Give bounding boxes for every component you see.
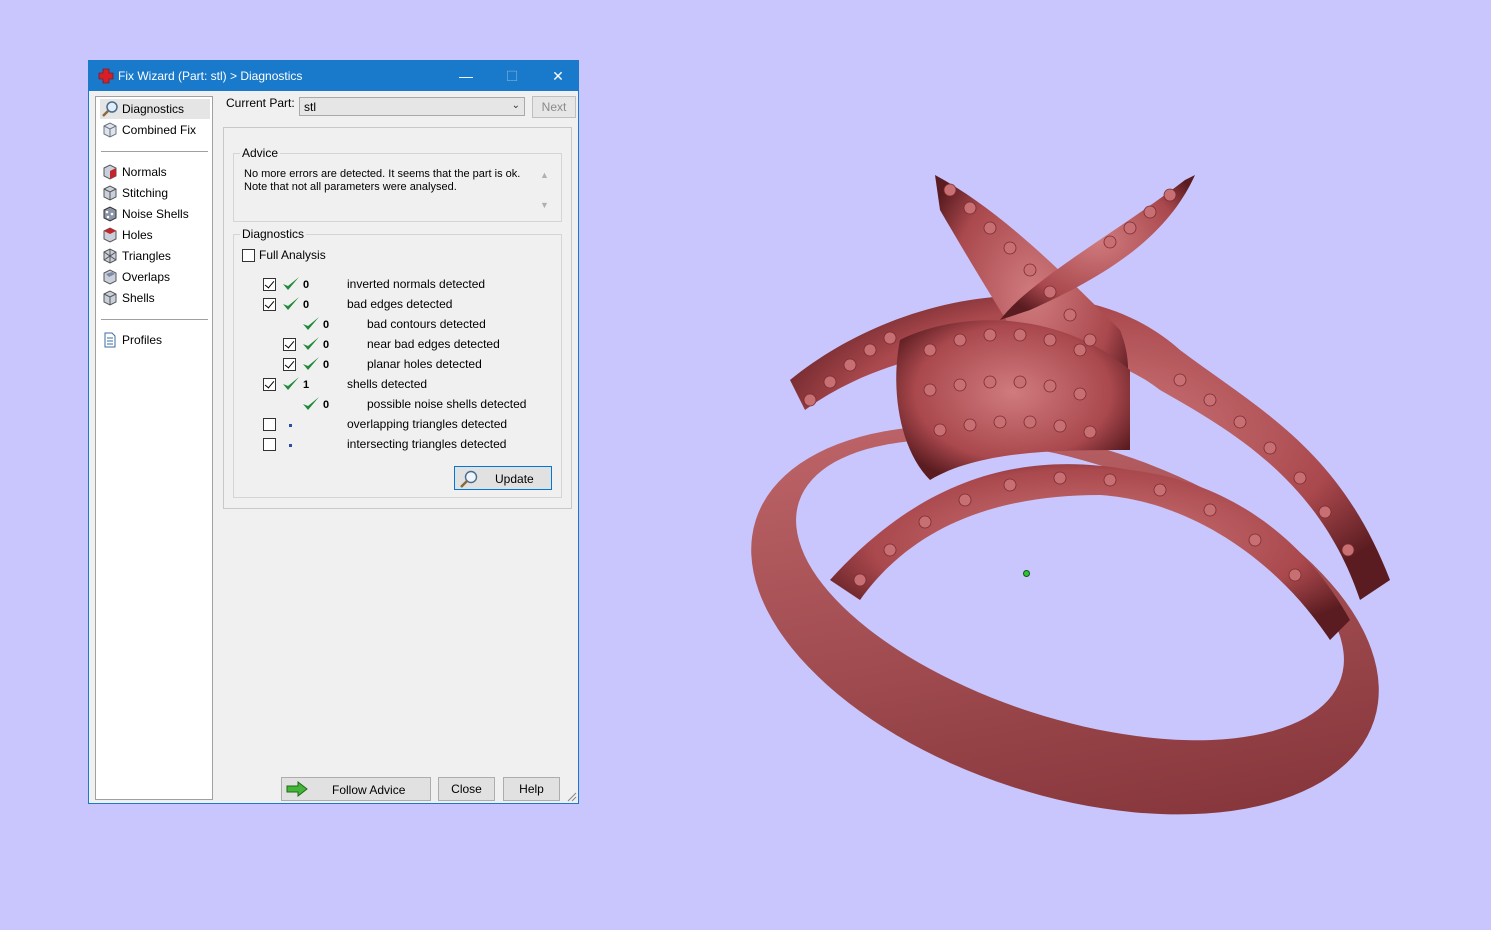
diag-count: 0 (323, 339, 330, 351)
cube-icon (103, 122, 117, 138)
sidebar-item-label: Overlaps (122, 270, 171, 284)
diag-count: 0 (323, 319, 330, 331)
row-checkbox[interactable] (283, 358, 296, 371)
resize-grip-icon[interactable] (567, 792, 577, 802)
scroll-up-icon[interactable]: ▲ (540, 170, 549, 180)
diag-count: 0 (303, 299, 310, 311)
update-label: Update (495, 472, 534, 486)
title-bar[interactable]: Fix Wizard (Part: stl) > Diagnostics — ☐… (89, 61, 578, 91)
sidebar-item-overlaps[interactable]: Overlaps (100, 267, 210, 287)
follow-advice-label: Follow Advice (332, 783, 406, 797)
diag-count: 0 (323, 359, 330, 371)
sidebar-item-combined-fix[interactable]: Combined Fix (100, 120, 210, 140)
sidebar-item-label: Profiles (122, 333, 163, 347)
diag-label: bad contours detected (367, 317, 486, 331)
help-button[interactable]: Help (503, 777, 560, 801)
green-check-icon (303, 317, 319, 330)
sidebar-divider (101, 319, 208, 320)
sidebar-item-noise-shells[interactable]: Noise Shells (100, 204, 210, 224)
advice-scrollbar[interactable]: ▲ ▼ (536, 167, 553, 213)
triangles-icon (103, 248, 117, 264)
fix-wizard-cross-icon (98, 68, 114, 84)
sidebar-item-normals[interactable]: Normals (100, 162, 210, 182)
pivot-point-marker (1023, 570, 1030, 577)
row-checkbox[interactable] (263, 298, 276, 311)
advice-title: Advice (240, 146, 281, 160)
chevron-down-icon: ⌄ (511, 100, 520, 111)
current-part-label: Current Part: (226, 96, 295, 110)
diag-count: 0 (323, 399, 330, 411)
document-icon (104, 332, 116, 348)
diag-count: 1 (303, 379, 310, 391)
diag-label: shells detected (347, 377, 428, 391)
green-arrow-right-icon (286, 781, 308, 797)
magnifier-icon (460, 470, 478, 488)
advice-line: Note that not all parameters were analys… (244, 181, 457, 193)
sidebar-item-shells[interactable]: Shells (100, 288, 210, 308)
minimize-button[interactable]: — (443, 61, 489, 91)
row-checkbox[interactable] (263, 438, 276, 451)
diagnostics-title: Diagnostics (240, 227, 307, 241)
maximize-button[interactable]: ☐ (489, 61, 535, 91)
sidebar-item-profiles[interactable]: Profiles (100, 330, 210, 350)
green-check-icon (283, 377, 299, 390)
diag-label: bad edges detected (347, 297, 453, 311)
stitching-cube-icon (103, 185, 117, 201)
current-part-dropdown[interactable]: stl ⌄ (299, 97, 525, 116)
green-check-icon (303, 397, 319, 410)
sidebar-item-triangles[interactable]: Triangles (100, 246, 210, 266)
follow-advice-button[interactable]: Follow Advice (281, 777, 431, 801)
diag-label: intersecting triangles detected (347, 437, 507, 451)
diag-label: near bad edges detected (367, 337, 500, 351)
diag-label: planar holes detected (367, 357, 482, 371)
scroll-down-icon[interactable]: ▼ (540, 200, 549, 210)
advice-text: No more errors are detected. It seems th… (244, 168, 534, 194)
magnifier-icon (102, 101, 118, 117)
wizard-sidebar: Diagnostics Combined Fix Normals Stitchi… (95, 96, 213, 800)
next-button[interactable]: Next (532, 96, 576, 118)
close-button[interactable]: Close (438, 777, 495, 801)
overlaps-cube-icon (103, 269, 117, 285)
sidebar-item-label: Holes (122, 228, 153, 242)
diag-count: 0 (303, 279, 310, 291)
row-checkbox[interactable] (263, 378, 276, 391)
sidebar-item-label: Noise Shells (122, 207, 189, 221)
pending-dot-icon (289, 444, 292, 447)
diag-label: overlapping triangles detected (347, 417, 508, 431)
sidebar-divider (101, 151, 208, 152)
sidebar-item-label: Diagnostics (122, 102, 185, 116)
advice-line: No more errors are detected. It seems th… (244, 168, 521, 180)
sidebar-item-label: Combined Fix (122, 123, 197, 137)
shells-cube-icon (103, 290, 117, 306)
sidebar-item-label: Stitching (122, 186, 169, 200)
row-checkbox[interactable] (263, 418, 276, 431)
update-button[interactable]: Update (454, 466, 552, 490)
full-analysis-label: Full Analysis (259, 248, 326, 262)
sidebar-item-label: Shells (122, 291, 155, 305)
holes-cube-icon (103, 227, 117, 243)
green-check-icon (283, 297, 299, 310)
diag-label: inverted normals detected (347, 277, 486, 291)
sidebar-item-stitching[interactable]: Stitching (100, 183, 210, 203)
noise-shells-icon (103, 206, 117, 222)
window-title: Fix Wizard (Part: stl) > Diagnostics (118, 69, 303, 83)
row-checkbox[interactable] (263, 278, 276, 291)
green-check-icon (303, 357, 319, 370)
sidebar-item-holes[interactable]: Holes (100, 225, 210, 245)
diag-label: possible noise shells detected (367, 397, 527, 411)
sidebar-item-diagnostics[interactable]: Diagnostics (100, 99, 210, 119)
current-part-value: stl (304, 100, 316, 114)
green-check-icon (283, 277, 299, 290)
row-checkbox[interactable] (283, 338, 296, 351)
green-check-icon (303, 337, 319, 350)
full-analysis-checkbox[interactable] (242, 249, 255, 262)
sidebar-item-label: Triangles (122, 249, 171, 263)
sidebar-item-label: Normals (122, 165, 167, 179)
normals-cube-icon (103, 164, 117, 180)
fix-wizard-window: Fix Wizard (Part: stl) > Diagnostics — ☐… (88, 60, 579, 804)
pending-dot-icon (289, 424, 292, 427)
ring-model (751, 175, 1390, 815)
close-window-button[interactable]: ✕ (535, 61, 581, 91)
